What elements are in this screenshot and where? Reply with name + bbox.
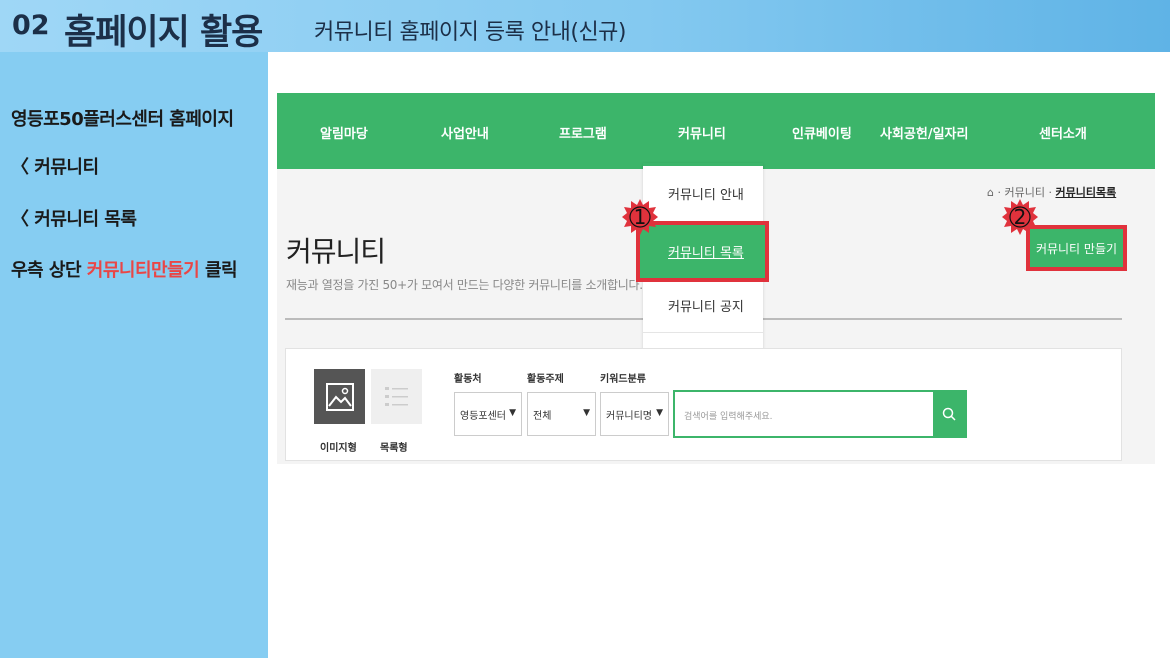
filter-topic-label: 활동주제 [527, 374, 564, 385]
nav-item-notice[interactable]: 알림마당 [320, 123, 368, 142]
chevron-down-icon: ▼ [583, 408, 590, 418]
instruction-line-2: 〈 커뮤니티 [11, 157, 99, 178]
filter-place-select[interactable]: 영등포센터 ▼ [454, 392, 522, 436]
breadcrumb-level1[interactable]: 커뮤니티 [1004, 186, 1044, 199]
filter-place-value: 영등포센터 [460, 410, 506, 422]
chevron-down-icon: ▼ [509, 408, 516, 418]
slide-header: 02 홈페이지 활용 커뮤니티 홈페이지 등록 안내(신규) [0, 0, 1170, 53]
section-title: 홈페이지 활용 [64, 13, 263, 53]
instruction-highlight: 커뮤니티만들기 [86, 260, 200, 281]
instruction-line-4: 우측 상단 커뮤니티만들기 클릭 [11, 256, 238, 282]
filter-topic-select[interactable]: 전체 ▼ [527, 392, 596, 436]
dropdown-item-guide[interactable]: 커뮤니티 안내 [643, 166, 763, 221]
filter-place-label: 활동처 [454, 374, 482, 385]
instruction-panel: 영등포50플러스센터 홈페이지 〈 커뮤니티 〈 커뮤니티 목록 우측 상단 커… [0, 52, 268, 658]
image-view-label: 이미지형 [320, 443, 357, 454]
nav-item-incubating[interactable]: 인큐베이팅 [792, 123, 852, 142]
page-description: 재능과 열정을 가진 50+가 모여서 만드는 다양한 커뮤니티를 소개합니다. [286, 278, 643, 292]
image-view-button[interactable] [314, 369, 365, 424]
main-nav: 알림마당 사업안내 프로그램 커뮤니티 인큐베이팅 사회공헌/일자리 센터소개 [277, 93, 1155, 169]
breadcrumb-current: 커뮤니티목록 [1055, 186, 1117, 199]
instruction-suffix: 클릭 [199, 260, 238, 281]
filter-topic-value: 전체 [533, 410, 552, 422]
image-icon [325, 382, 354, 411]
callout-badge-1: 1 [622, 199, 658, 235]
filter-keyword-select[interactable]: 커뮤니티명 ▼ [600, 392, 669, 436]
nav-item-program[interactable]: 프로그램 [559, 123, 607, 142]
nav-item-about[interactable]: 센터소개 [1039, 123, 1087, 142]
list-view-label: 목록형 [380, 443, 408, 454]
callout-badge-2: 2 [1002, 199, 1038, 235]
instruction-prefix: 우측 상단 [11, 260, 87, 281]
instruction-line-3: 〈 커뮤니티 목록 [11, 209, 137, 230]
list-view-button[interactable] [371, 369, 422, 424]
search-placeholder: 검색어를 입력해주세요. [684, 412, 773, 422]
home-icon[interactable]: ⌂ [987, 186, 994, 199]
nav-item-business[interactable]: 사업안내 [441, 123, 489, 142]
chevron-down-icon: ▼ [656, 408, 663, 418]
nav-item-social[interactable]: 사회공헌/일자리 [880, 123, 968, 142]
filter-keyword-label: 키워드분류 [600, 374, 646, 385]
search-input[interactable]: 검색어를 입력해주세요. [673, 390, 967, 438]
callout-number-2: 2 [1013, 205, 1027, 229]
search-icon [942, 407, 956, 421]
search-button[interactable] [933, 392, 965, 436]
dropdown-item-notice[interactable]: 커뮤니티 공지 [643, 278, 763, 333]
callout-number-1: 1 [633, 205, 647, 229]
filter-keyword-value: 커뮤니티명 [606, 410, 652, 422]
instruction-line-1: 영등포50플러스센터 홈페이지 [11, 109, 234, 130]
page-title: 커뮤니티 [286, 235, 386, 268]
breadcrumb: ⌂ · 커뮤니티 · 커뮤니티목록 [987, 186, 1117, 199]
nav-item-community[interactable]: 커뮤니티 [678, 123, 726, 142]
make-community-button[interactable]: 커뮤니티 만들기 [1026, 225, 1127, 271]
list-icon [384, 386, 408, 406]
section-number: 02 [12, 10, 50, 41]
section-subtitle: 커뮤니티 홈페이지 등록 안내(신규) [314, 20, 627, 45]
